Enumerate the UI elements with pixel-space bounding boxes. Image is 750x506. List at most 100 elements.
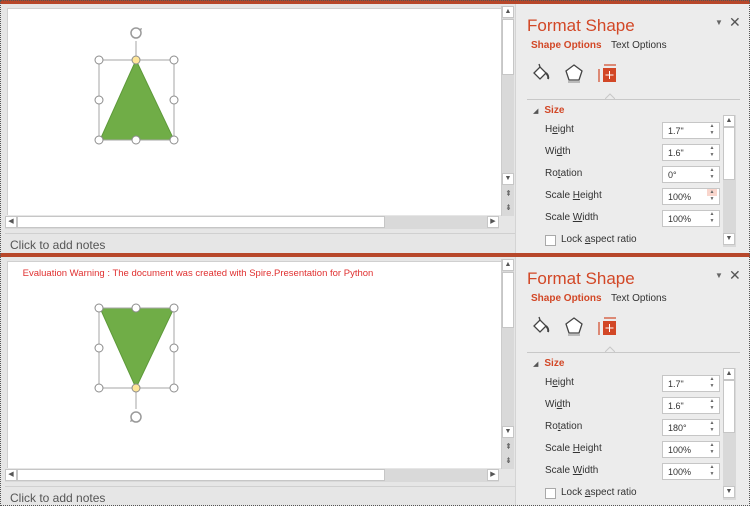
resize-handle-n[interactable] bbox=[131, 303, 141, 313]
resize-handle-se[interactable] bbox=[169, 135, 179, 145]
panel-scrollbar[interactable]: ▲ ▼ bbox=[723, 115, 736, 247]
scale-height-spinner[interactable]: 100% ▲ ▼ bbox=[662, 441, 720, 458]
width-spinner[interactable]: 1.6" ▲ ▼ bbox=[662, 397, 720, 414]
rotate-handle[interactable] bbox=[130, 27, 142, 59]
slide-vertical-scrollbar[interactable]: ▲ ▼ ⇞ ⇟ bbox=[501, 259, 514, 469]
triangle-shape[interactable] bbox=[99, 307, 175, 390]
rotate-handle[interactable] bbox=[130, 388, 142, 423]
scroll-up-button[interactable]: ▲ bbox=[723, 115, 735, 127]
lock-aspect-label[interactable]: Lock aspect ratio bbox=[561, 487, 637, 498]
notes-placeholder[interactable]: Click to add notes bbox=[10, 238, 105, 252]
slide-canvas[interactable]: Evaluation Warning : The document was cr… bbox=[7, 261, 501, 468]
resize-handle-ne[interactable] bbox=[169, 55, 179, 65]
spinner-arrows[interactable]: ▲ ▼ bbox=[707, 211, 717, 226]
rotation-value[interactable]: 0° bbox=[668, 170, 677, 180]
size-section-header[interactable]: ◢ Size bbox=[533, 105, 564, 116]
scroll-right-button[interactable]: ▶ bbox=[487, 469, 499, 481]
lock-aspect-checkbox[interactable] bbox=[545, 235, 556, 246]
tab-shape-options[interactable]: Shape Options bbox=[531, 40, 602, 51]
resize-handle-e[interactable] bbox=[169, 343, 179, 353]
spinner-arrows[interactable]: ▲ ▼ bbox=[707, 442, 717, 457]
rotation-spinner[interactable]: 0° ▲ ▼ bbox=[662, 166, 720, 183]
scroll-up-button[interactable]: ▲ bbox=[723, 368, 735, 380]
height-spinner[interactable]: 1.7" ▲ ▼ bbox=[662, 122, 720, 139]
resize-handle-nw[interactable] bbox=[94, 303, 104, 313]
scroll-thumb[interactable] bbox=[502, 272, 514, 328]
next-slide-icon[interactable]: ⇟ bbox=[503, 203, 514, 212]
scroll-left-button[interactable]: ◀ bbox=[5, 469, 17, 481]
scroll-down-button[interactable]: ▼ bbox=[723, 486, 735, 498]
scale-width-spinner[interactable]: 100% ▲ ▼ bbox=[662, 210, 720, 227]
spinner-arrows[interactable]: ▲ ▼ bbox=[707, 420, 717, 435]
scale-width-value[interactable]: 100% bbox=[668, 467, 691, 477]
notes-placeholder[interactable]: Click to add notes bbox=[10, 491, 105, 505]
size-properties-icon[interactable] bbox=[596, 62, 618, 84]
effects-icon[interactable] bbox=[563, 62, 585, 84]
slide-horizontal-scrollbar[interactable]: ◀ ▶ bbox=[5, 216, 499, 229]
scroll-thumb[interactable] bbox=[17, 216, 385, 228]
resize-handle-w[interactable] bbox=[94, 343, 104, 353]
previous-slide-icon[interactable]: ⇞ bbox=[503, 442, 514, 451]
resize-handle-se[interactable] bbox=[169, 383, 179, 393]
rotation-value[interactable]: 180° bbox=[668, 423, 687, 433]
width-value[interactable]: 1.6" bbox=[668, 401, 684, 411]
panel-scrollbar[interactable]: ▲ ▼ bbox=[723, 368, 736, 500]
scroll-thumb[interactable] bbox=[723, 127, 735, 180]
height-spinner[interactable]: 1.7" ▲ ▼ bbox=[662, 375, 720, 392]
spinner-arrows[interactable]: ▲ ▼ bbox=[707, 376, 717, 391]
scroll-right-button[interactable]: ▶ bbox=[487, 216, 499, 228]
lock-aspect-checkbox[interactable] bbox=[545, 488, 556, 499]
resize-handle-w[interactable] bbox=[94, 95, 104, 105]
panel-close-icon[interactable]: ✕ bbox=[729, 267, 741, 284]
scroll-thumb[interactable] bbox=[502, 19, 514, 75]
scroll-up-button[interactable]: ▲ bbox=[502, 6, 514, 18]
slide-vertical-scrollbar[interactable]: ▲ ▼ ⇞ ⇟ bbox=[501, 6, 514, 216]
spinner-arrows[interactable]: ▲ ▼ bbox=[707, 464, 717, 479]
tab-shape-options[interactable]: Shape Options bbox=[531, 293, 602, 304]
scroll-down-button[interactable]: ▼ bbox=[502, 426, 514, 438]
scroll-left-button[interactable]: ◀ bbox=[5, 216, 17, 228]
fill-line-icon[interactable] bbox=[530, 62, 552, 84]
triangle-shape[interactable] bbox=[99, 58, 175, 141]
scroll-thumb[interactable] bbox=[17, 469, 385, 481]
resize-handle-nw[interactable] bbox=[94, 55, 104, 65]
width-spinner[interactable]: 1.6" ▲ ▼ bbox=[662, 144, 720, 161]
lock-aspect-label[interactable]: Lock aspect ratio bbox=[561, 234, 637, 245]
resize-handle-sw[interactable] bbox=[94, 383, 104, 393]
tab-text-options[interactable]: Text Options bbox=[611, 40, 667, 51]
resize-handle-ne[interactable] bbox=[169, 303, 179, 313]
rotation-spinner[interactable]: 180° ▲ ▼ bbox=[662, 419, 720, 436]
size-section-header[interactable]: ◢ Size bbox=[533, 358, 564, 369]
scale-height-spinner[interactable]: 100% ▲ ▼ bbox=[662, 188, 720, 205]
scale-height-value[interactable]: 100% bbox=[668, 192, 691, 202]
width-value[interactable]: 1.6" bbox=[668, 148, 684, 158]
spinner-arrows[interactable]: ▲ ▼ bbox=[707, 145, 717, 160]
slide-horizontal-scrollbar[interactable]: ◀ ▶ bbox=[5, 469, 499, 482]
height-value[interactable]: 1.7" bbox=[668, 126, 684, 136]
resize-handle-e[interactable] bbox=[169, 95, 179, 105]
spinner-arrows[interactable]: ▲ ▼ bbox=[707, 167, 717, 182]
adjust-handle[interactable] bbox=[131, 383, 141, 393]
resize-handle-sw[interactable] bbox=[94, 135, 104, 145]
scroll-down-button[interactable]: ▼ bbox=[723, 233, 735, 245]
height-value[interactable]: 1.7" bbox=[668, 379, 684, 389]
scale-width-value[interactable]: 100% bbox=[668, 214, 691, 224]
size-properties-icon[interactable] bbox=[596, 315, 618, 337]
effects-icon[interactable] bbox=[563, 315, 585, 337]
fill-line-icon[interactable] bbox=[530, 315, 552, 337]
next-slide-icon[interactable]: ⇟ bbox=[503, 456, 514, 465]
spinner-arrows[interactable]: ▲ ▼ bbox=[707, 398, 717, 413]
resize-handle-s[interactable] bbox=[131, 135, 141, 145]
previous-slide-icon[interactable]: ⇞ bbox=[503, 189, 514, 198]
adjust-handle[interactable] bbox=[131, 55, 141, 65]
panel-options-dropdown-icon[interactable]: ▼ bbox=[715, 18, 723, 27]
spinner-arrows[interactable]: ▲ ▼ bbox=[707, 123, 717, 138]
panel-options-dropdown-icon[interactable]: ▼ bbox=[715, 271, 723, 280]
tab-text-options[interactable]: Text Options bbox=[611, 293, 667, 304]
scale-height-value[interactable]: 100% bbox=[668, 445, 691, 455]
panel-close-icon[interactable]: ✕ bbox=[729, 14, 741, 31]
scroll-up-button[interactable]: ▲ bbox=[502, 259, 514, 271]
spinner-arrows[interactable]: ▲ ▼ bbox=[707, 189, 717, 204]
slide-canvas[interactable] bbox=[7, 8, 501, 215]
scroll-thumb[interactable] bbox=[723, 380, 735, 433]
